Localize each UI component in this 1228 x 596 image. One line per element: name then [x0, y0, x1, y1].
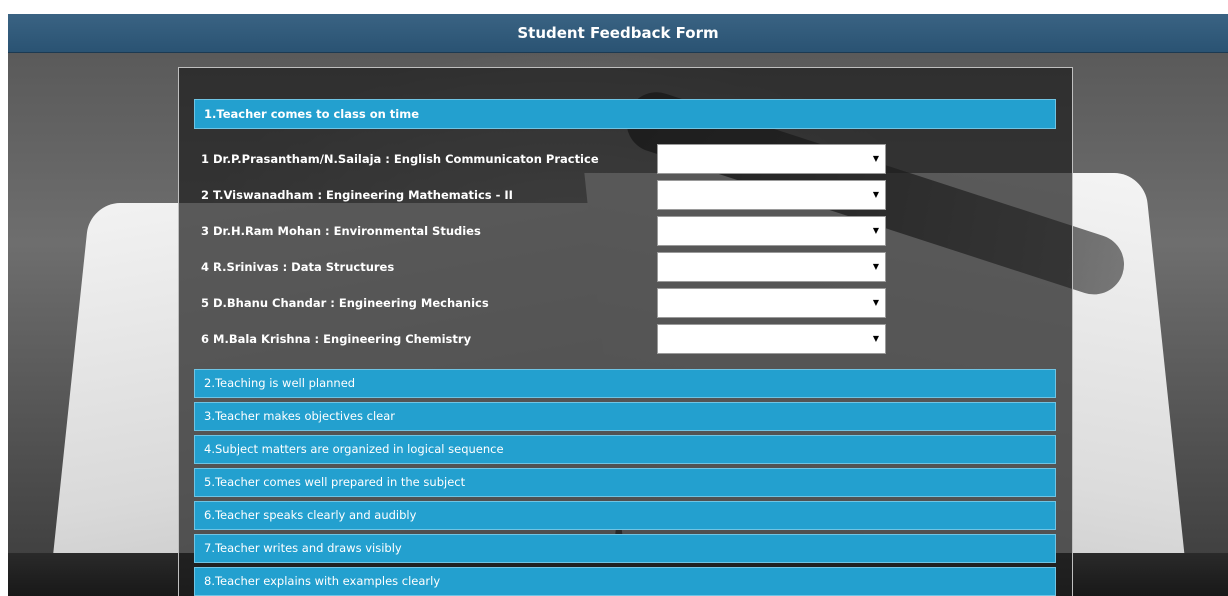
triangle-down-icon: ▼	[872, 226, 879, 235]
teacher-subject-label: 2 T.Viswanadham : Engineering Mathematic…	[201, 188, 513, 202]
rating-select-3[interactable]: ▼	[657, 216, 886, 246]
page-title: Student Feedback Form	[8, 14, 1228, 53]
rating-select-2[interactable]: ▼	[657, 180, 886, 210]
rating-row-5: 5 D.Bhanu Chandar : Engineering Mechanic…	[201, 288, 901, 318]
feedback-panel: 1.Teacher comes to class on time 1 Dr.P.…	[178, 67, 1073, 596]
rating-row-3: 3 Dr.H.Ram Mohan : Environmental Studies…	[201, 216, 901, 246]
question-4-header[interactable]: 4.Subject matters are organized in logic…	[194, 435, 1056, 464]
rating-row-4: 4 R.Srinivas : Data Structures ▼	[201, 252, 901, 282]
question-6-header[interactable]: 6.Teacher speaks clearly and audibly	[194, 501, 1056, 530]
triangle-down-icon: ▼	[872, 154, 879, 163]
question-2-header[interactable]: 2.Teaching is well planned	[194, 369, 1056, 398]
triangle-down-icon: ▼	[872, 190, 879, 199]
question-5-header[interactable]: 5.Teacher comes well prepared in the sub…	[194, 468, 1056, 497]
teacher-subject-label: 3 Dr.H.Ram Mohan : Environmental Studies	[201, 224, 481, 238]
question-1-header[interactable]: 1.Teacher comes to class on time	[194, 99, 1056, 129]
triangle-down-icon: ▼	[872, 298, 879, 307]
teacher-subject-label: 6 M.Bala Krishna : Engineering Chemistry	[201, 332, 472, 346]
teacher-subject-label: 5 D.Bhanu Chandar : Engineering Mechanic…	[201, 296, 489, 310]
rating-select-5[interactable]: ▼	[657, 288, 886, 318]
triangle-down-icon: ▼	[872, 262, 879, 271]
rating-select-6[interactable]: ▼	[657, 324, 886, 354]
rating-select-1[interactable]: ▼	[657, 144, 886, 174]
triangle-down-icon: ▼	[872, 334, 879, 343]
teacher-subject-label: 1 Dr.P.Prasantham/N.Sailaja : English Co…	[201, 152, 599, 166]
rating-row-2: 2 T.Viswanadham : Engineering Mathematic…	[201, 180, 901, 210]
rating-row-1: 1 Dr.P.Prasantham/N.Sailaja : English Co…	[201, 144, 901, 174]
rating-select-4[interactable]: ▼	[657, 252, 886, 282]
question-3-header[interactable]: 3.Teacher makes objectives clear	[194, 402, 1056, 431]
app-frame: Student Feedback Form 1.Teacher comes to…	[8, 14, 1228, 596]
question-8-header[interactable]: 8.Teacher explains with examples clearly	[194, 567, 1056, 596]
rating-row-6: 6 M.Bala Krishna : Engineering Chemistry…	[201, 324, 901, 354]
teacher-subject-label: 4 R.Srinivas : Data Structures	[201, 260, 395, 274]
question-7-header[interactable]: 7.Teacher writes and draws visibly	[194, 534, 1056, 563]
